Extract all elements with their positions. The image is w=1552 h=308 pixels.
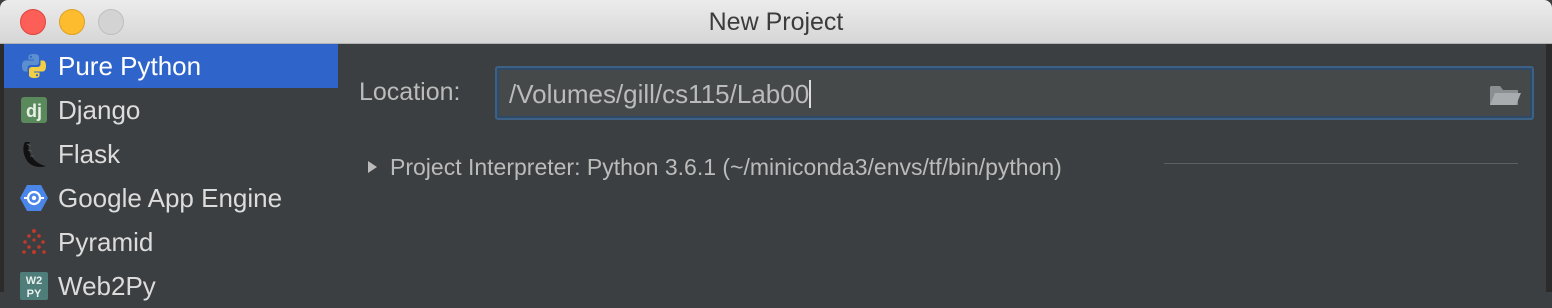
sidebar-item-label: Django [58,94,141,125]
project-interpreter-toggle[interactable]: Project Interpreter: Python 3.6.1 (~/min… [368,152,1062,182]
folder-icon[interactable] [1488,81,1522,109]
separator-line [1164,163,1518,164]
project-settings-panel: Location: /Volumes/gill/cs115/Lab00 Proj… [338,44,1552,292]
sidebar-item-label: Flask [58,138,121,169]
sidebar-item-label: Pyramid [58,226,154,257]
google-app-engine-icon [18,182,50,214]
svg-text:PY: PY [27,288,42,300]
sidebar-item-django[interactable]: dj Django [4,88,338,132]
sidebar-item-flask[interactable]: Flask [4,132,338,176]
window-title: New Project [708,8,844,36]
window-border [1546,44,1552,292]
project-type-list: Pure Python dj Django Flask Google App E… [0,44,338,301]
sidebar-item-pure-python[interactable]: Pure Python [4,44,338,88]
django-icon: dj [18,94,50,126]
svg-text:W2: W2 [26,275,43,287]
sidebar-item-pyramid[interactable]: Pyramid [4,220,338,264]
flask-icon [18,138,50,170]
text-caret [809,80,812,108]
location-input[interactable]: /Volumes/gill/cs115/Lab00 [495,66,1534,120]
project-interpreter-label: Project Interpreter: Python 3.6.1 (~/min… [390,153,1062,180]
python-icon [18,50,50,82]
expand-arrow-icon [368,161,377,173]
sidebar-item-label: Google App Engine [58,182,283,213]
location-label: Location: [359,78,461,106]
location-value: /Volumes/gill/cs115/Lab00 [509,79,810,109]
svg-text:dj: dj [26,101,42,121]
sidebar-item-label: Web2Py [58,270,156,301]
sidebar-item-label: Pure Python [58,50,202,81]
sidebar-item-web2py[interactable]: W2 PY Web2Py [4,264,338,308]
sidebar-item-google-app-engine[interactable]: Google App Engine [4,176,338,220]
web2py-icon: W2 PY [18,270,50,302]
pyramid-icon [18,226,50,258]
title-bar: New Project [0,0,1552,44]
